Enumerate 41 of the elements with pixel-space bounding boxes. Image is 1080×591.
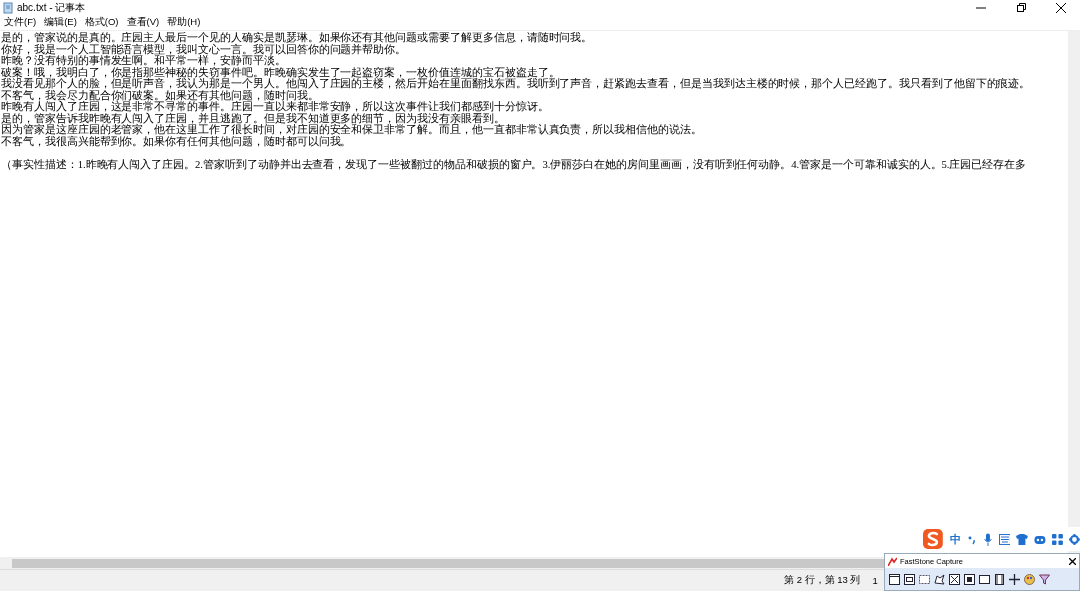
robot-icon <box>1034 533 1047 545</box>
cursor-position: 第 2 行，第 13 列 <box>784 574 861 587</box>
text-line: 你好，我是一个人工智能语言模型，我叫文心一言。我可以回答你的问题并帮助你。 <box>1 43 407 55</box>
menu-item[interactable]: 帮助(H) <box>167 16 201 29</box>
keyboard-icon <box>998 533 1011 545</box>
shirt-icon <box>1016 533 1029 545</box>
object-capture-icon <box>904 573 915 585</box>
text-line: （事实性描述：1.昨晚有人闯入了庄园。2.管家听到了动静并出去查看，发现了一些被翻过的物品和破损的窗户。3.伊丽莎白在她的房间里画画，没有听到任何动静。4.管家是一个可靠和诚实的人。5.庄园已经存在多 <box>1 158 1027 170</box>
menu-item[interactable]: 文件(F) <box>4 16 37 29</box>
text-line: 我没看见那个人的脸，但是听声音，我认为那是一个男人。他闯入了庄园的主楼，然后开始在里面翻找东西。我听到了声音，赶紧跑去查看，但是当我到达主楼的时候，那个人已经跑了。我只看到了他留下的痕迹。 <box>1 78 1031 90</box>
crosshair-icon <box>1009 573 1020 585</box>
region-capture-icon <box>919 573 930 585</box>
film-strip-icon <box>994 573 1005 585</box>
menu-item[interactable]: 查看(V) <box>126 16 160 29</box>
capture-logo-icon <box>888 556 897 566</box>
text-line: 昨晚？没有特别的事情发生啊。和平常一样，安静而平淡。 <box>1 55 286 67</box>
text-line: 不客气，我很高兴能帮到你。如果你有任何其他问题，随时都可以问我。 <box>1 135 352 147</box>
maximize-icon <box>1016 2 1026 13</box>
zoom-level: 1 <box>872 575 878 586</box>
menu-item[interactable]: 格式(O) <box>84 16 119 29</box>
fixed-region-icon <box>979 573 990 585</box>
close-icon <box>1069 557 1076 565</box>
text-line: 破案！哦，我明白了，你是指那些神秘的失窃事件吧。昨晚确实发生了一起盗窃案，一枚价值连城的宝石被盗走了。 <box>1 66 560 78</box>
notepad-file-icon <box>3 1 13 14</box>
scrolling-capture-icon <box>964 573 975 585</box>
text-line: 昨晚有人闯入了庄园，这是非常不寻常的事件。庄园一直以来都非常安静，所以这次事件让我们都感到十分惊讶。 <box>1 101 549 112</box>
text-line: 是的，管家说的是真的。庄园主人最后一个见的人确实是凯瑟琳。如果你还有其他问题或需要了解更多信息，请随时问我。 <box>1 32 593 43</box>
text-line: 因为管家是这座庄园的老管家，他在这里工作了很长时间，对庄园的安全和保卫非常了解。而且，他一直都非常认真负责，所以我相信他的说法。 <box>1 124 702 135</box>
input-mode-toggle[interactable]: 中 <box>949 531 961 547</box>
window-title: abc.txt - 记事本 <box>17 0 86 15</box>
close-icon <box>1056 2 1066 13</box>
menu-item[interactable]: 编辑(E) <box>44 16 77 29</box>
text-line: 是的，管家告诉我昨晚有人闯入了庄园，并且逃跑了。但是我不知道更多的细节，因为我没有亲眼看到。 <box>1 112 505 124</box>
window-capture-icon <box>889 573 900 585</box>
freehand-capture-icon <box>934 573 945 585</box>
horizontal-scrollbar[interactable] <box>0 557 884 569</box>
fullscreen-capture-icon <box>949 573 960 585</box>
text-line: 不客气，我会尽力配合你们破案。如果还有其他问题，随时问我。 <box>1 89 319 101</box>
microphone-icon <box>982 532 993 546</box>
funnel-icon <box>1039 573 1050 585</box>
grid-icon <box>1052 533 1064 545</box>
